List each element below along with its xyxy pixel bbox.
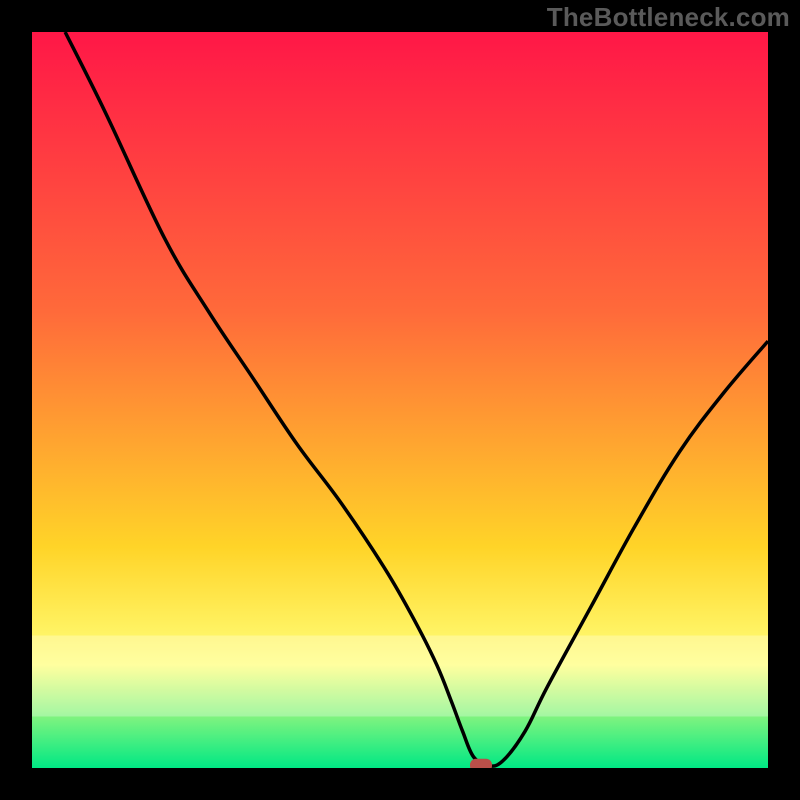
chart-frame: TheBottleneck.com [0,0,800,800]
low-bottleneck-band [32,636,768,717]
watermark-text: TheBottleneck.com [547,2,790,33]
bottleneck-plot [0,0,800,800]
